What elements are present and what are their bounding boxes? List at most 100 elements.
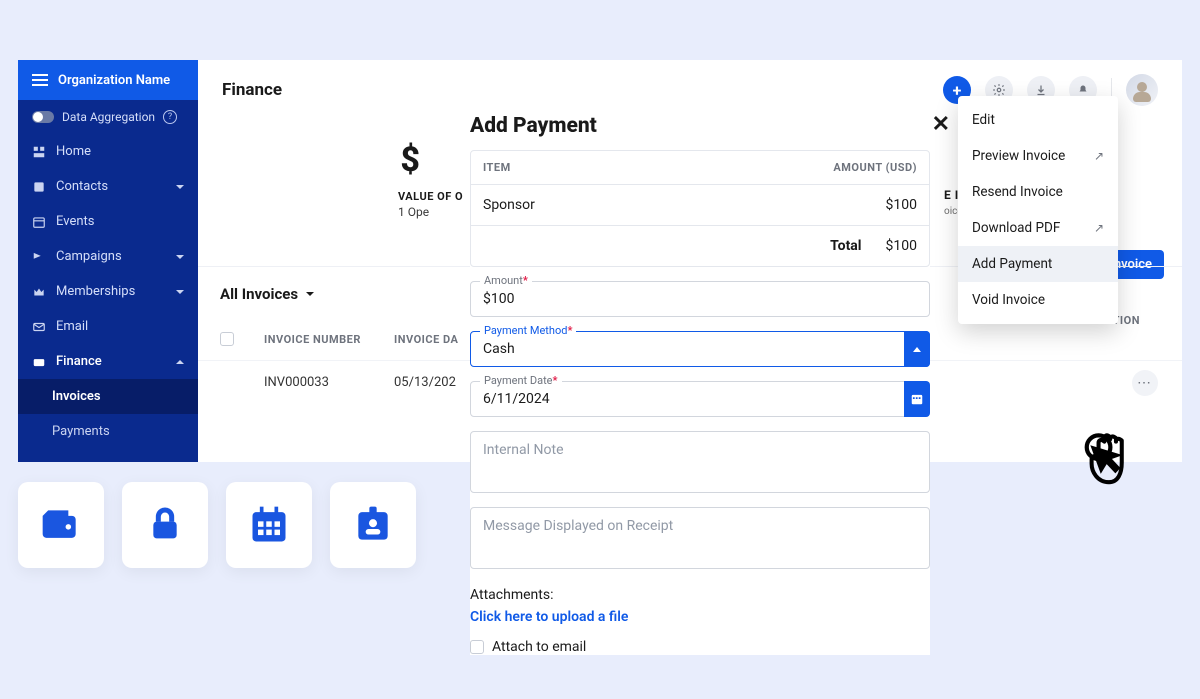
sidebar-item-label: Memberships (56, 284, 135, 299)
select-all-checkbox[interactable] (220, 332, 234, 346)
card-security[interactable] (122, 482, 208, 568)
cell-invoice-number: INV000033 (264, 375, 364, 390)
attachments-label: Attachments: (470, 587, 930, 603)
sidebar-item-label: Events (56, 214, 94, 229)
sidebar: Organization Name Data Aggregation ? Hom… (18, 60, 198, 462)
crown-icon (32, 285, 46, 299)
campaigns-icon (32, 250, 46, 264)
external-link-icon: ↗ (1094, 149, 1104, 163)
dropdown-label: Download PDF (972, 220, 1060, 236)
dropdown-download-pdf[interactable]: Download PDF ↗ (958, 210, 1118, 246)
caret-up-icon (913, 347, 921, 352)
row-actions-button[interactable]: ⋯ (1132, 370, 1158, 396)
attach-to-email-checkbox[interactable] (470, 640, 484, 654)
sidebar-subitem-payments[interactable]: Payments (18, 414, 198, 449)
sidebar-item-events[interactable]: Events (18, 204, 198, 239)
download-icon (1035, 84, 1047, 96)
sidebar-item-label: Contacts (56, 179, 108, 194)
card-finance[interactable] (18, 482, 104, 568)
amount-input[interactable]: $100 (470, 281, 930, 317)
card-events[interactable] (226, 482, 312, 568)
dropdown-edit[interactable]: Edit (958, 102, 1118, 138)
email-icon (32, 320, 46, 334)
col-invoice-number: INVOICE NUMBER (264, 333, 364, 346)
dropdown-label: Resend Invoice (972, 184, 1063, 200)
kebab-icon: ⋯ (1137, 375, 1153, 391)
line-item-amount: $100 (886, 197, 917, 213)
add-payment-modal: Add Payment ✕ ITEM AMOUNT (USD) Sponsor … (470, 114, 930, 655)
cursor-hand-icon (1080, 430, 1138, 488)
value-of-open-sub: 1 Ope (398, 205, 463, 219)
col-item: ITEM (483, 161, 511, 174)
chevron-down-icon (176, 255, 184, 259)
dropdown-label: Add Payment (972, 256, 1052, 272)
avatar[interactable] (1126, 74, 1158, 106)
close-button[interactable]: ✕ (932, 112, 950, 137)
total-label: Total (830, 238, 861, 254)
data-aggregation-label: Data Aggregation (62, 110, 155, 124)
home-icon (32, 145, 46, 159)
bell-icon (1077, 84, 1089, 96)
attach-to-email-row[interactable]: Attach to email (470, 639, 930, 655)
chevron-down-icon (176, 185, 184, 189)
dropdown-label: Void Invoice (972, 292, 1045, 308)
payment-method-field-wrap: Payment Method Cash (470, 331, 930, 367)
dropdown-resend-invoice[interactable]: Resend Invoice (958, 174, 1118, 210)
value-of-open-label: VALUE OF O (398, 190, 463, 203)
sidebar-item-home[interactable]: Home (18, 134, 198, 169)
external-link-icon: ↗ (1094, 221, 1104, 235)
sidebar-item-email[interactable]: Email (18, 309, 198, 344)
sidebar-item-label: Finance (56, 354, 102, 369)
org-header[interactable]: Organization Name (18, 60, 198, 100)
all-invoices-filter[interactable]: All Invoices (220, 285, 314, 303)
sidebar-item-label: Email (56, 319, 88, 334)
internal-note-wrap: Internal Note (470, 431, 930, 493)
amount-field-wrap: Amount $100 (470, 281, 930, 317)
icon-tray (18, 482, 416, 568)
payment-date-field-wrap: Payment Date 6/11/2024 (470, 381, 930, 417)
dropdown-label: Edit (972, 112, 995, 128)
date-picker-button[interactable] (904, 381, 930, 417)
chevron-down-icon (176, 290, 184, 294)
dropdown-void-invoice[interactable]: Void Invoice (958, 282, 1118, 318)
contacts-icon (32, 180, 46, 194)
line-items: ITEM AMOUNT (USD) Sponsor $100 Total $10… (470, 150, 930, 267)
dollar-icon: $ (398, 140, 420, 180)
data-aggregation-toggle-row[interactable]: Data Aggregation ? (18, 100, 198, 134)
sidebar-item-label: Home (56, 144, 91, 159)
dropdown-add-payment[interactable]: Add Payment (958, 246, 1118, 282)
receipt-message-wrap: Message Displayed on Receipt (470, 507, 930, 569)
card-memberships[interactable] (330, 482, 416, 568)
lock-icon (145, 505, 185, 545)
modal-title: Add Payment (470, 114, 930, 138)
dropdown-preview-invoice[interactable]: Preview Invoice ↗ (958, 138, 1118, 174)
sidebar-item-campaigns[interactable]: Campaigns (18, 239, 198, 274)
hamburger-icon[interactable] (32, 74, 48, 86)
col-amount: AMOUNT (USD) (833, 161, 917, 174)
attach-to-email-label: Attach to email (492, 639, 586, 655)
dropdown-label: Preview Invoice (972, 148, 1065, 164)
wallet-icon (39, 503, 83, 547)
gear-icon (992, 83, 1006, 97)
line-item-row: Sponsor $100 (471, 185, 929, 225)
sidebar-item-label: Campaigns (56, 249, 122, 264)
sidebar-item-finance[interactable]: Finance (18, 344, 198, 379)
line-item-name: Sponsor (483, 197, 535, 213)
wallet-icon (32, 355, 46, 369)
calendar-icon (910, 392, 924, 406)
chevron-up-icon (176, 360, 184, 364)
help-icon[interactable]: ? (163, 110, 177, 124)
sidebar-subitem-invoices[interactable]: Invoices (18, 379, 198, 414)
invoice-actions-dropdown: Edit Preview Invoice ↗ Resend Invoice Dow… (958, 96, 1118, 324)
receipt-message-input[interactable]: Message Displayed on Receipt (470, 507, 930, 569)
upload-file-link[interactable]: Click here to upload a file (470, 609, 930, 625)
sidebar-item-memberships[interactable]: Memberships (18, 274, 198, 309)
dropdown-toggle-button[interactable] (904, 331, 930, 367)
calendar-icon (247, 503, 291, 547)
summary-fragment: $ VALUE OF O 1 Ope (398, 140, 463, 219)
id-badge-icon (351, 503, 395, 547)
chevron-down-icon (306, 292, 314, 296)
toggle-switch[interactable] (32, 111, 54, 123)
internal-note-input[interactable]: Internal Note (470, 431, 930, 493)
sidebar-item-contacts[interactable]: Contacts (18, 169, 198, 204)
